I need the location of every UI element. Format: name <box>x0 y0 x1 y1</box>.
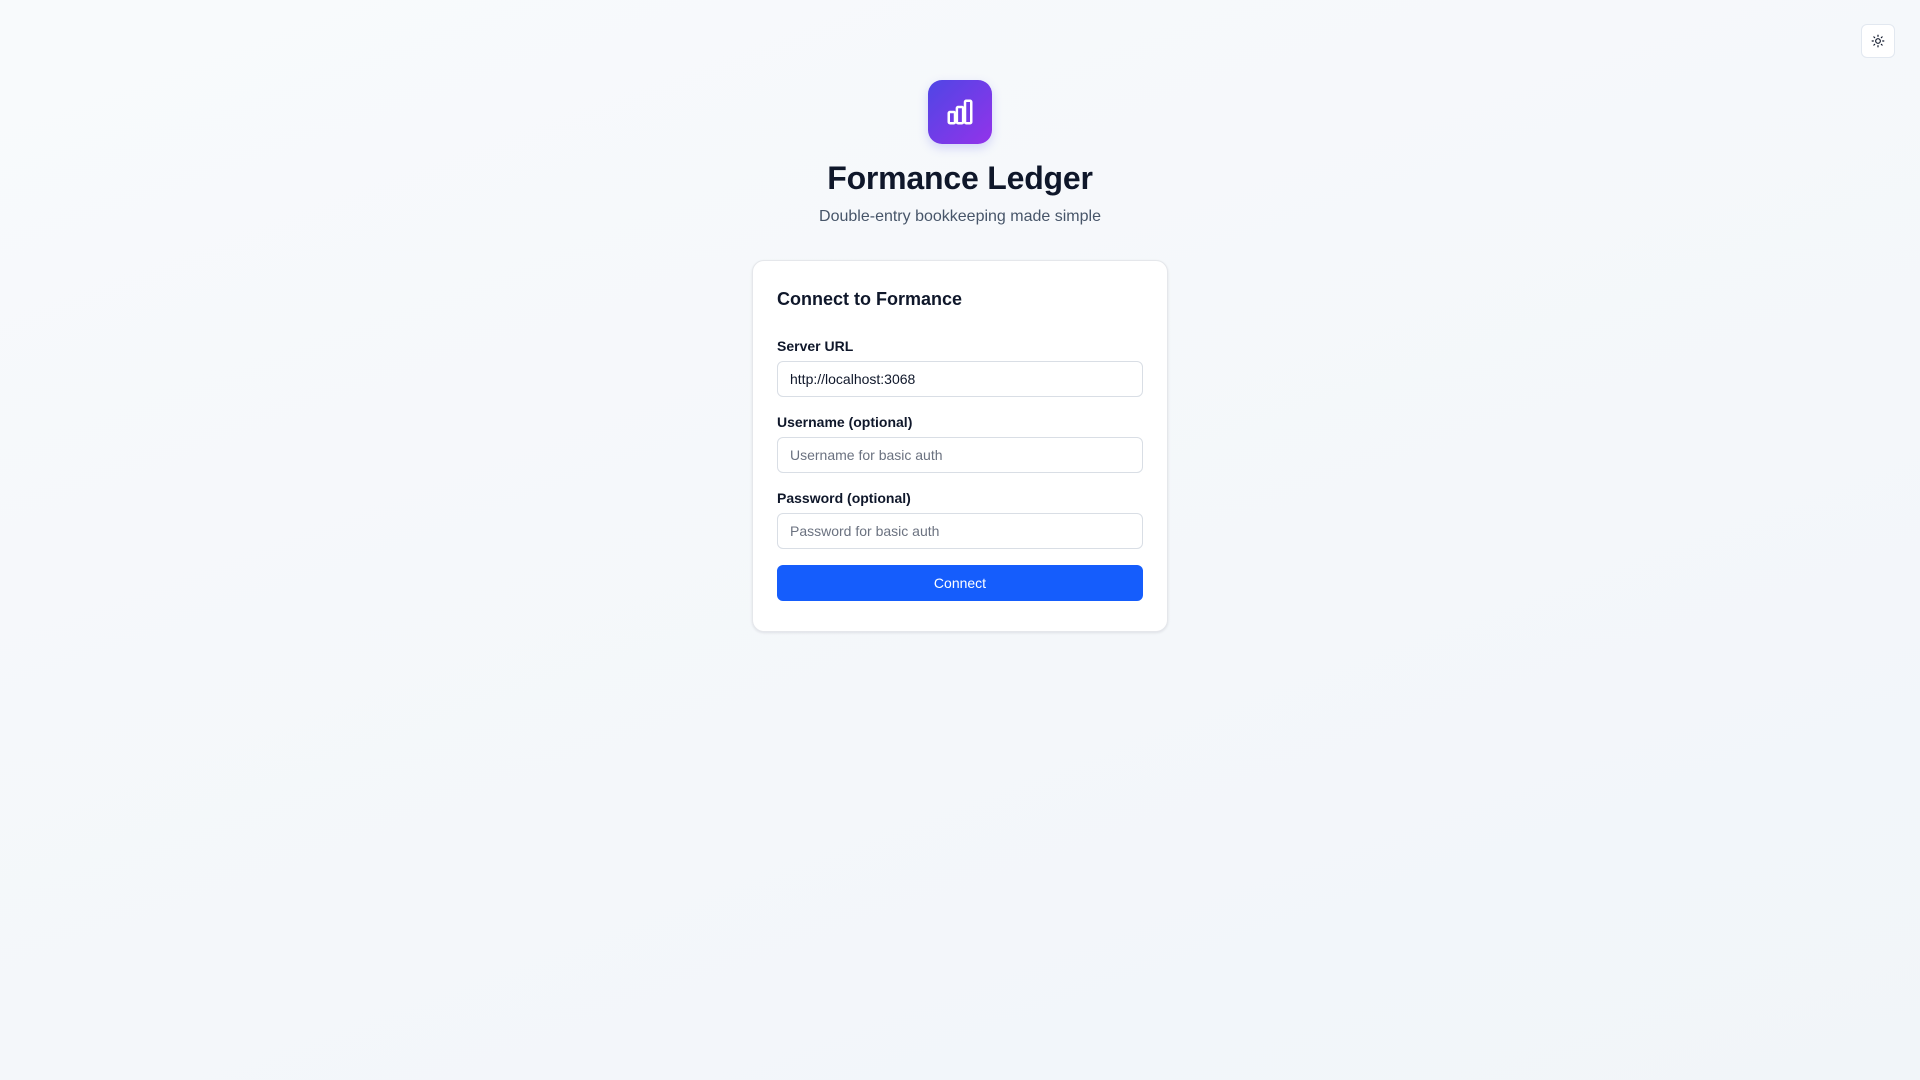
server-url-field: Server URL <box>777 337 1143 397</box>
password-field: Password (optional) <box>777 489 1143 549</box>
theme-toggle-button[interactable] <box>1861 24 1895 58</box>
password-label: Password (optional) <box>777 490 911 506</box>
connect-button[interactable]: Connect <box>777 565 1143 601</box>
app-logo <box>928 80 992 144</box>
bar-chart-icon <box>945 97 975 127</box>
connect-card: Connect to Formance Server URL Username … <box>752 260 1168 632</box>
card-title: Connect to Formance <box>777 289 963 309</box>
brand-header: Formance Ledger Double-entry bookkeeping… <box>0 80 1920 228</box>
username-label: Username (optional) <box>777 414 913 430</box>
password-input[interactable] <box>777 513 1143 549</box>
app-subtitle: Double-entry bookkeeping made simple <box>819 208 1101 225</box>
app-title: Formance Ledger <box>827 160 1093 196</box>
server-url-label: Server URL <box>777 338 854 354</box>
sun-icon <box>1871 34 1885 48</box>
server-url-input[interactable] <box>777 361 1143 397</box>
username-field: Username (optional) <box>777 413 1143 473</box>
username-input[interactable] <box>777 437 1143 473</box>
